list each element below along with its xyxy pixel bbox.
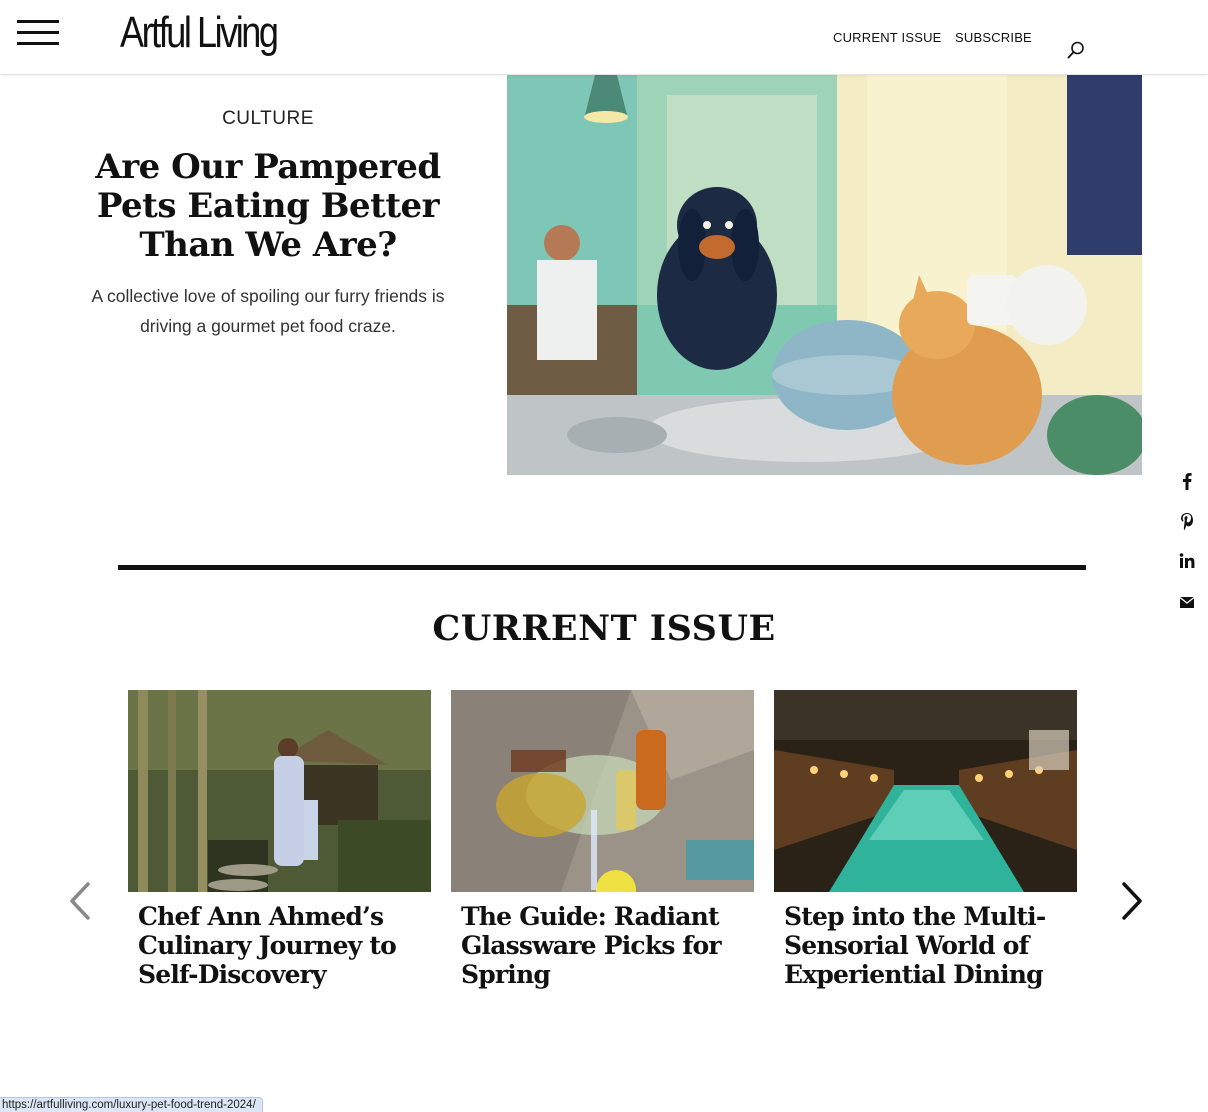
article-card-image[interactable] <box>451 690 754 892</box>
article-card-title[interactable]: Chef Ann Ahmed’s Culinary Journey to Sel… <box>128 902 431 989</box>
section-divider <box>118 565 1086 570</box>
email-icon[interactable] <box>1176 591 1198 613</box>
article-card[interactable]: Step into the Multi-Sensorial World of E… <box>774 690 1077 989</box>
nav-current-issue[interactable]: CURRENT ISSUE <box>833 30 942 45</box>
hamburger-menu-icon[interactable] <box>17 20 59 46</box>
current-issue-heading: CURRENT ISSUE <box>432 608 776 649</box>
article-card-title[interactable]: Step into the Multi-Sensorial World of E… <box>774 902 1077 989</box>
article-card[interactable]: Chef Ann Ahmed’s Culinary Journey to Sel… <box>128 690 431 989</box>
hero-dek: A collective love of spoiling our furry … <box>91 286 445 336</box>
site-logo[interactable]: Artful Living <box>120 8 279 58</box>
carousel-next-arrow-icon[interactable] <box>1114 876 1150 926</box>
hero-text-block: CULTURE Are Our Pampered Pets Eating Bet… <box>55 108 481 341</box>
linkedin-icon[interactable] <box>1176 550 1198 572</box>
pinterest-icon[interactable] <box>1176 510 1198 532</box>
article-card[interactable]: The Guide: Radiant Glassware Picks for S… <box>451 690 754 989</box>
browser-status-url: https://artfulliving.com/luxury-pet-food… <box>0 1097 263 1112</box>
article-card-title[interactable]: The Guide: Radiant Glassware Picks for S… <box>451 902 754 989</box>
carousel-prev-arrow-icon[interactable] <box>62 876 98 926</box>
hero-category[interactable]: CULTURE <box>55 108 481 130</box>
facebook-icon[interactable] <box>1176 470 1198 492</box>
hero-title[interactable]: Are Our Pampered Pets Eating Better Than… <box>55 148 481 265</box>
hero-illustration[interactable] <box>507 75 1142 475</box>
article-card-image[interactable] <box>774 690 1077 892</box>
article-card-image[interactable] <box>128 690 431 892</box>
nav-subscribe[interactable]: SUBSCRIBE <box>955 30 1032 45</box>
search-icon[interactable] <box>1066 40 1086 60</box>
site-header: Artful Living CURRENT ISSUE SUBSCRIBE <box>0 0 1208 75</box>
